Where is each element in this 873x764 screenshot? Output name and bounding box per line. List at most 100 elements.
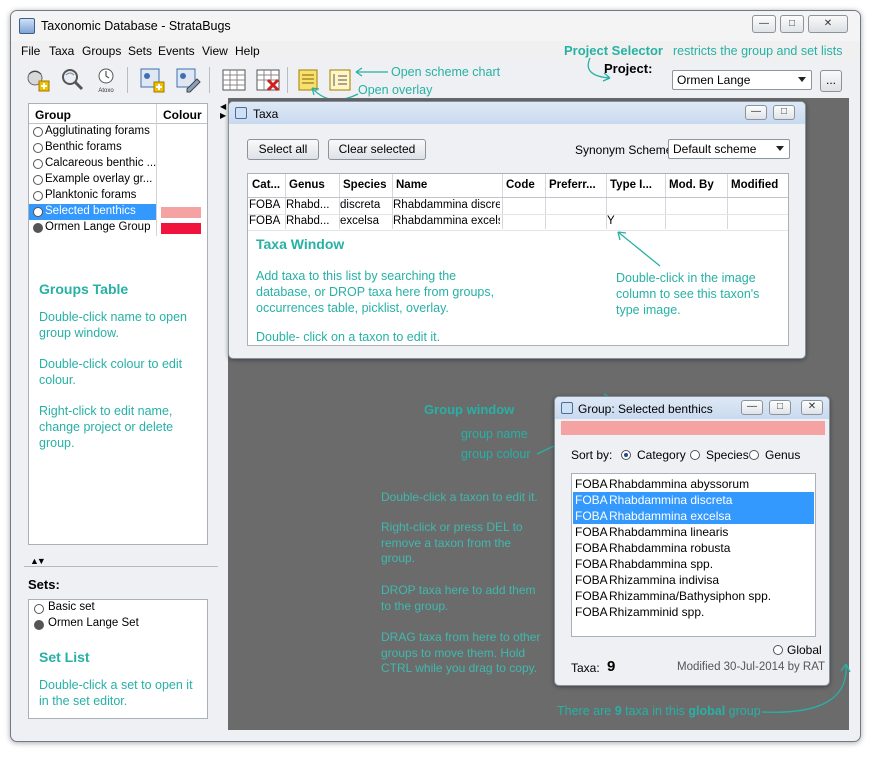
group-colour-swatch[interactable] xyxy=(161,191,201,202)
group-colour-swatch[interactable] xyxy=(161,143,201,154)
sort-category-label[interactable]: Category xyxy=(637,448,686,462)
taxa-cell[interactable]: Rhabdammina excelsa xyxy=(393,215,500,227)
taxa-column-header[interactable]: Code xyxy=(506,179,543,191)
taxa-cell[interactable]: Rhabd... xyxy=(286,215,337,227)
group-row-label[interactable]: Planktonic forams xyxy=(45,189,136,201)
taxa-cell[interactable]: FOBA xyxy=(249,215,283,227)
group-radio[interactable] xyxy=(33,223,43,233)
collapse-arrows-icon[interactable]: ◀ ▶ xyxy=(220,102,226,120)
group-close-button[interactable]: ✕ xyxy=(801,400,823,415)
project-combo[interactable]: Ormen Lange xyxy=(672,70,812,90)
menu-help[interactable]: Help xyxy=(235,44,260,58)
group-row[interactable]: Calcareous benthic ... xyxy=(29,156,156,172)
group-row-label[interactable]: Example overlay gr... xyxy=(45,173,152,185)
taxa-column-header[interactable]: Genus xyxy=(289,179,337,191)
synonym-scheme-combo[interactable]: Default scheme xyxy=(668,139,790,159)
group-radio[interactable] xyxy=(33,207,43,217)
taxa-column-header[interactable]: Type I... xyxy=(610,179,663,191)
toolbar-separator xyxy=(127,67,128,93)
group-taxon-item[interactable]: FOBA Rhabdammina discreta xyxy=(573,492,814,508)
group-row[interactable]: Planktonic forams xyxy=(29,188,156,204)
atoxo-clock-icon[interactable]: Atoxo xyxy=(91,65,121,95)
menu-events[interactable]: Events xyxy=(158,44,195,58)
group-row[interactable]: Selected benthics xyxy=(29,204,156,220)
set-radio[interactable] xyxy=(34,620,44,630)
group-taxon-item[interactable]: FOBA Rhabdammina excelsa xyxy=(573,508,814,524)
clear-selected-button[interactable]: Clear selected xyxy=(328,139,426,160)
group-colour-swatch[interactable] xyxy=(161,127,201,138)
group-taxon-item[interactable]: FOBA Rhabdammina spp. xyxy=(573,556,814,572)
group-colour-swatch[interactable] xyxy=(161,175,201,186)
sort-species-label[interactable]: Species xyxy=(706,448,749,462)
splitter-handle-icon[interactable]: ▲▼ xyxy=(30,556,46,566)
type-image-arrow xyxy=(617,231,661,267)
sort-genus-radio[interactable] xyxy=(749,450,759,460)
group-row[interactable]: Agglutinating forams xyxy=(29,124,156,140)
taxa-column-header[interactable]: Species xyxy=(343,179,390,191)
sort-species-radio[interactable] xyxy=(690,450,700,460)
select-all-button[interactable]: Select all xyxy=(247,139,319,160)
menu-file[interactable]: File xyxy=(21,44,40,58)
group-taxon-item[interactable]: FOBA Rhabdammina linearis xyxy=(573,524,814,540)
group-row-label[interactable]: Calcareous benthic ... xyxy=(45,157,156,169)
group-row[interactable]: Benthic forams xyxy=(29,140,156,156)
taxa-maximize-button[interactable]: □ xyxy=(773,105,795,120)
table-icon[interactable] xyxy=(219,65,249,95)
group-taxon-item[interactable]: FOBA Rhizammina/Bathysiphon spp. xyxy=(573,588,814,604)
group-edit-icon[interactable] xyxy=(173,65,203,95)
group-colour-swatch[interactable] xyxy=(161,223,201,234)
minimize-button[interactable]: — xyxy=(752,15,776,33)
taxa-cell[interactable]: FOBA xyxy=(249,199,283,211)
sort-category-radio[interactable] xyxy=(621,450,631,460)
menu-taxa[interactable]: Taxa xyxy=(49,44,74,58)
taxa-cell[interactable]: Rhabdammina discreta xyxy=(393,199,500,211)
menu-sets[interactable]: Sets xyxy=(128,44,152,58)
menu-groups[interactable]: Groups xyxy=(82,44,121,58)
set-radio[interactable] xyxy=(34,604,44,614)
project-more-button[interactable]: ... xyxy=(820,70,842,92)
taxa-column-header[interactable]: Preferr... xyxy=(549,179,604,191)
group-minimize-button[interactable]: — xyxy=(741,400,763,415)
group-radio[interactable] xyxy=(33,143,43,153)
group-taxon-item[interactable]: FOBA Rhizamminid spp. xyxy=(573,604,814,620)
taxa-cell[interactable]: excelsa xyxy=(340,215,390,227)
group-radio[interactable] xyxy=(33,191,43,201)
group-row[interactable]: Ormen Lange Group xyxy=(29,220,156,236)
group-row[interactable]: Example overlay gr... xyxy=(29,172,156,188)
taxa-column-header[interactable]: Mod. By xyxy=(669,179,725,191)
group-colour-bar[interactable] xyxy=(561,421,825,435)
table-delete-icon[interactable] xyxy=(253,65,283,95)
group-taxon-item[interactable]: FOBA Rhizammina indivisa xyxy=(573,572,814,588)
title-bar: Taxonomic Database - StrataBugs — □ ✕ xyxy=(11,11,860,41)
set-item-ormen-lange[interactable]: Ormen Lange Set xyxy=(48,617,139,629)
maximize-button[interactable]: □ xyxy=(780,15,804,33)
group-colour-swatch[interactable] xyxy=(161,159,201,170)
add-taxon-icon[interactable] xyxy=(23,65,53,95)
group-row-label[interactable]: Benthic forams xyxy=(45,141,122,153)
taxa-column-header[interactable]: Modified xyxy=(731,179,788,191)
group-radio[interactable] xyxy=(33,175,43,185)
global-note-e: group xyxy=(728,704,761,718)
group-colour-swatch[interactable] xyxy=(161,207,201,218)
group-maximize-button[interactable]: □ xyxy=(769,400,791,415)
group-row-label[interactable]: Selected benthics xyxy=(45,205,136,217)
search-taxa-icon[interactable] xyxy=(57,65,87,95)
group-row-label[interactable]: Agglutinating forams xyxy=(45,125,150,137)
group-taxon-item[interactable]: FOBA Rhabdammina abyssorum xyxy=(573,476,814,492)
taxa-minimize-button[interactable]: — xyxy=(745,105,767,120)
taxa-column-header[interactable]: Cat... xyxy=(252,179,283,191)
group-add-icon[interactable] xyxy=(137,65,167,95)
group-taxon-item[interactable]: FOBA Rhabdammina robusta xyxy=(573,540,814,556)
taxa-cell[interactable]: discreta xyxy=(340,199,390,211)
taxa-column-header[interactable]: Name xyxy=(396,179,500,191)
sort-genus-label[interactable]: Genus xyxy=(765,448,800,462)
group-taxa-list[interactable]: FOBA Rhabdammina abyssorum FOBA Rhabdammina… xyxy=(571,473,816,637)
menu-view[interactable]: View xyxy=(202,44,228,58)
group-row-label[interactable]: Ormen Lange Group xyxy=(45,221,150,233)
set-item-basic[interactable]: Basic set xyxy=(48,601,95,613)
chevron-down-icon xyxy=(798,77,806,82)
close-button[interactable]: ✕ xyxy=(808,15,848,33)
taxa-cell[interactable]: Rhabd... xyxy=(286,199,337,211)
group-radio[interactable] xyxy=(33,127,43,137)
group-radio[interactable] xyxy=(33,159,43,169)
